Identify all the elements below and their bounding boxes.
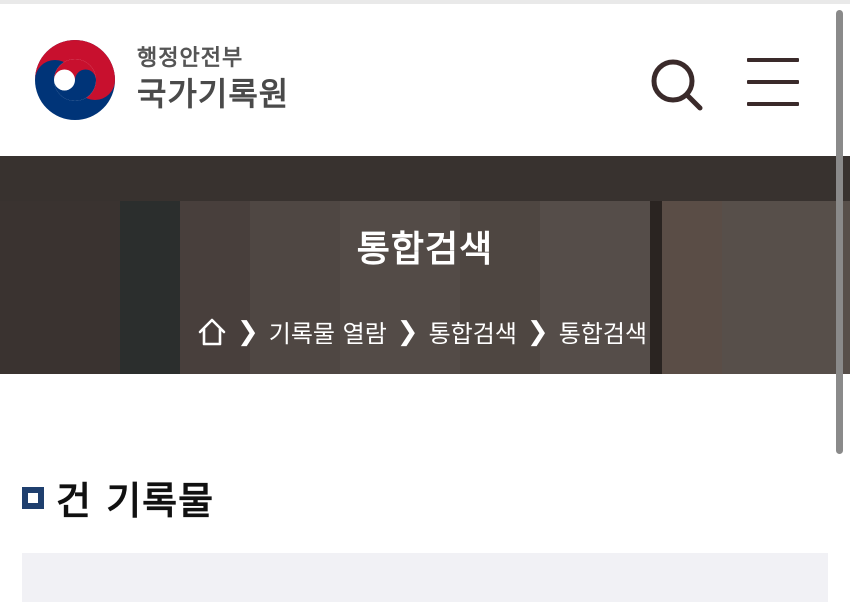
section-heading: 건 기록물 (22, 470, 214, 525)
square-bullet-icon (22, 486, 44, 509)
breadcrumb-item-records-access[interactable]: 기록물 열람 (269, 314, 387, 349)
menu-bar (747, 58, 799, 62)
page-banner: 통합검색 ❯ 기록물 열람 ❯ 통합검색 ❯ 통합검색 (0, 156, 850, 374)
home-icon[interactable] (197, 317, 227, 347)
chevron-right-icon: ❯ (526, 316, 549, 347)
result-panel (22, 553, 828, 602)
section-title: 건 기록물 (56, 479, 215, 523)
org-name: 국가기록원 (137, 75, 290, 113)
page-title: 통합검색 (356, 229, 494, 270)
breadcrumb: ❯ 기록물 열람 ❯ 통합검색 ❯ 통합검색 (0, 314, 850, 349)
page: 행정안전부 국가기록원 통합검색 ❯ 기록물 열람 ❯ 통합검색 ❯ 통합검색 … (0, 0, 850, 602)
chevron-right-icon: ❯ (396, 316, 419, 347)
breadcrumb-item-current: 통합검색 (558, 320, 648, 348)
ministry-name: 행정안전부 (137, 46, 244, 71)
search-icon[interactable] (648, 56, 704, 112)
chevron-right-icon: ❯ (236, 316, 259, 347)
hamburger-menu-icon[interactable] (745, 58, 801, 110)
korea-government-emblem-icon[interactable] (33, 38, 117, 122)
logo-text[interactable]: 행정안전부 국가기록원 (137, 46, 289, 114)
menu-bar (747, 102, 799, 106)
breadcrumb-item-integrated-search[interactable]: 통합검색 (429, 314, 517, 349)
scrollbar[interactable] (836, 10, 843, 454)
site-header: 행정안전부 국가기록원 (0, 4, 850, 156)
menu-bar (747, 80, 799, 84)
